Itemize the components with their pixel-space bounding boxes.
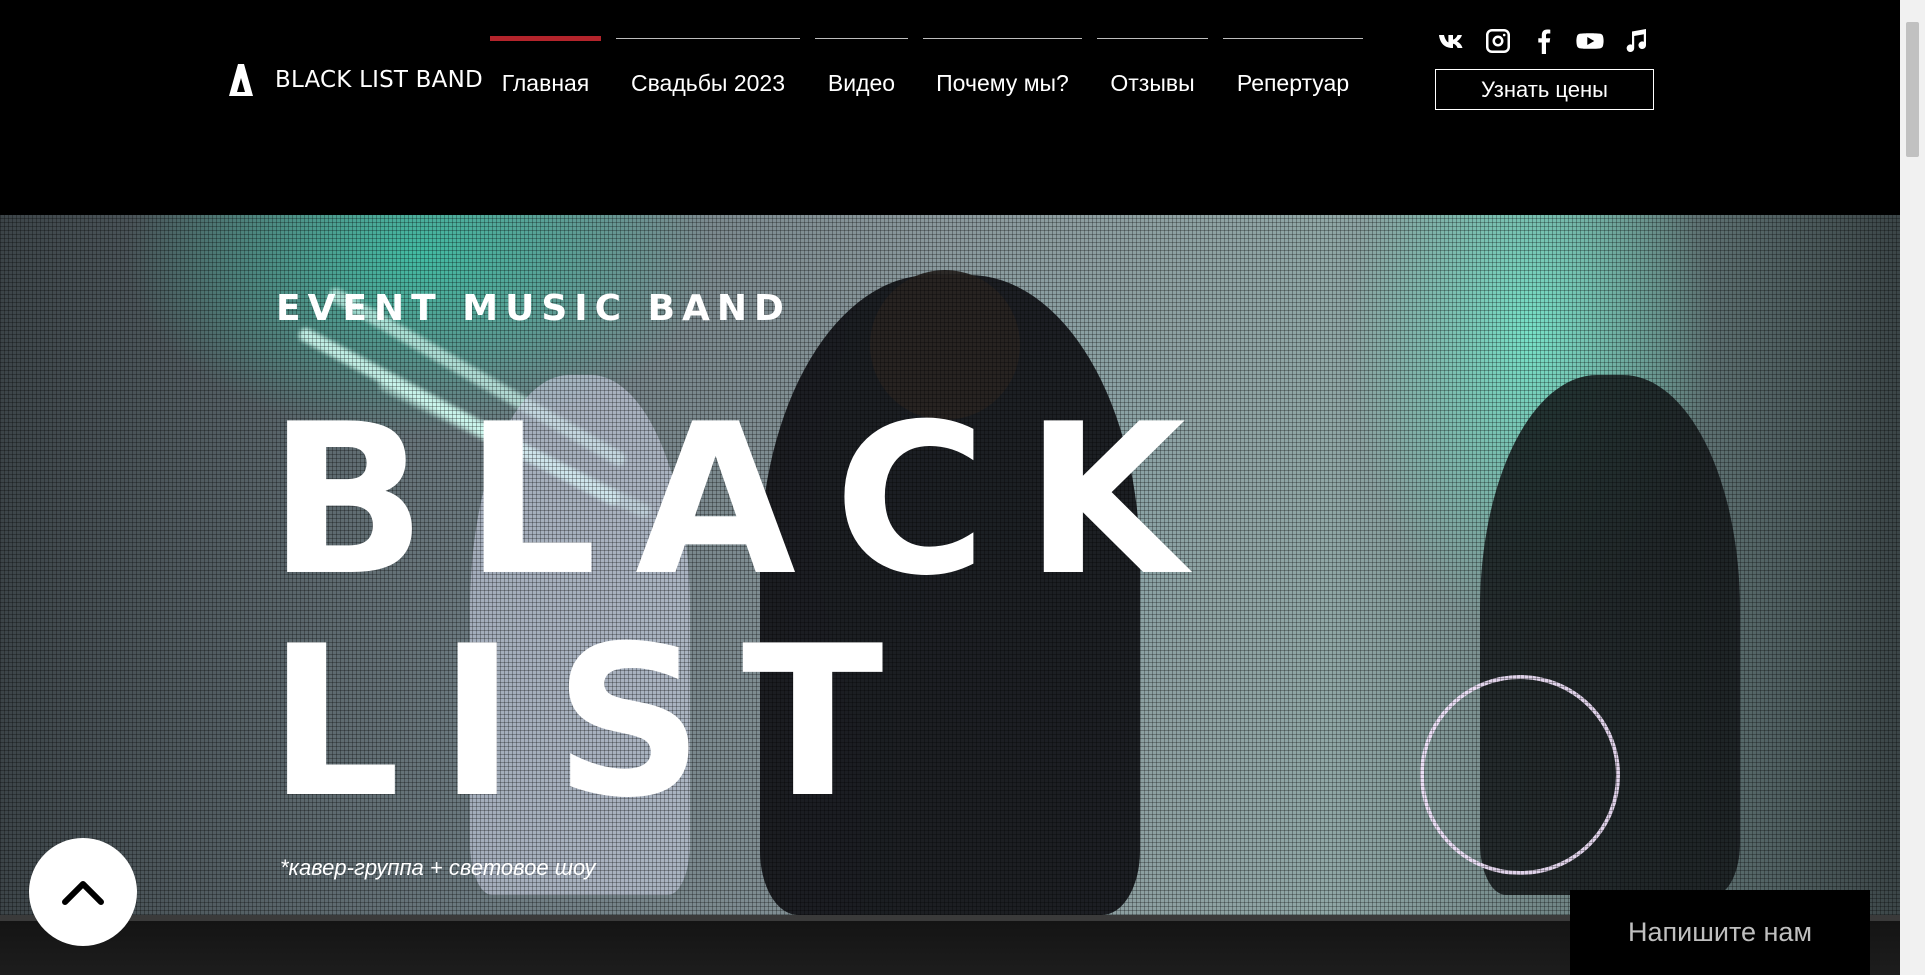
social-links: [1437, 26, 1651, 56]
facebook-icon[interactable]: [1529, 26, 1559, 56]
nav-item-why-us[interactable]: Почему мы?: [923, 36, 1082, 106]
nav-item-video[interactable]: Видео: [815, 36, 908, 106]
chevron-up-icon: [62, 881, 104, 905]
get-prices-button[interactable]: Узнать цены: [1435, 69, 1654, 110]
logo-text: BLACK LIST BAND: [275, 67, 483, 93]
logo-triangle-icon: [229, 64, 253, 96]
chat-widget-button[interactable]: Напишите нам: [1570, 890, 1870, 975]
hero-title: BLACK LIST: [268, 390, 1224, 834]
page-scrollbar[interactable]: [1900, 0, 1925, 975]
scroll-to-top-button[interactable]: [29, 838, 137, 946]
site-header: BLACK LIST BAND Главная Свадьбы 2023 Вид…: [0, 0, 1900, 215]
hero-title-line2: LIST: [268, 602, 922, 844]
youtube-icon[interactable]: [1575, 26, 1605, 56]
hero-title-line1: BLACK: [268, 380, 1224, 622]
hero-eyebrow: EVENT MUSIC BAND: [276, 288, 791, 329]
scrollbar-thumb[interactable]: [1906, 22, 1919, 157]
music-note-icon[interactable]: [1621, 26, 1651, 56]
nav-item-weddings[interactable]: Свадьбы 2023: [616, 36, 800, 106]
instagram-icon[interactable]: [1483, 26, 1513, 56]
nav-item-home[interactable]: Главная: [490, 36, 601, 106]
nav-item-repertoire[interactable]: Репертуар: [1223, 36, 1363, 106]
hero-section: EVENT MUSIC BAND BLACK LIST *кавер-групп…: [0, 215, 1900, 915]
logo[interactable]: BLACK LIST BAND: [223, 62, 483, 98]
vk-icon[interactable]: [1437, 26, 1467, 56]
nav-item-reviews[interactable]: Отзывы: [1097, 36, 1208, 106]
hero-note: *кавер-группа + световое шоу: [280, 855, 596, 880]
